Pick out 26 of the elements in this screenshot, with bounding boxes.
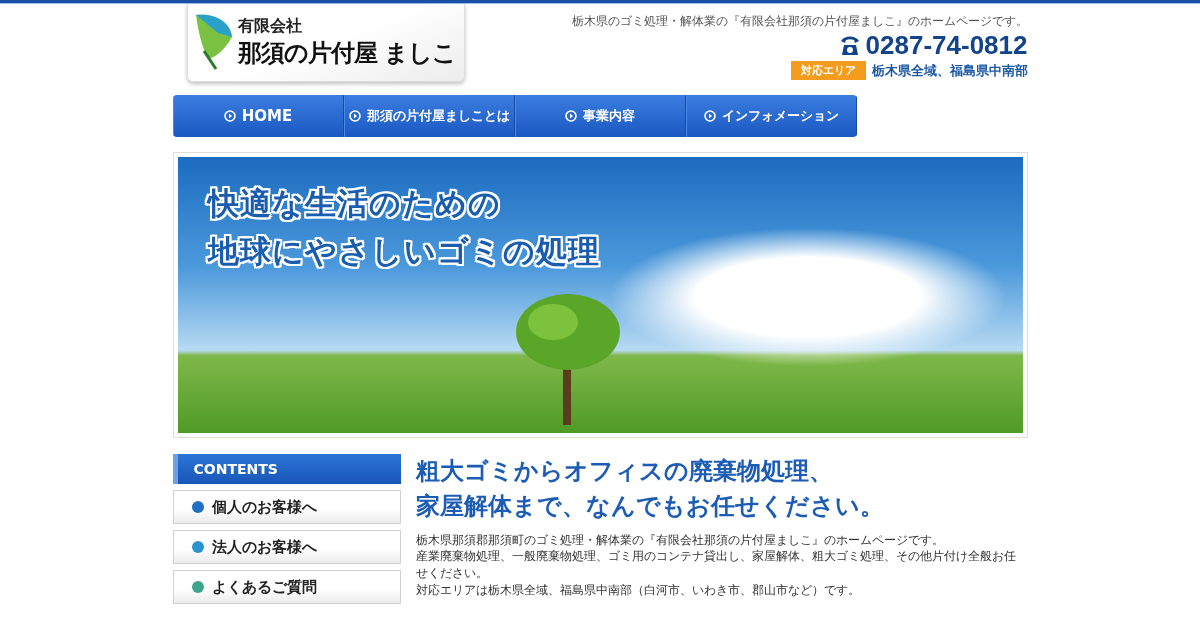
play-circle-icon: [703, 110, 716, 122]
company-logo[interactable]: 有限会社 那須の片付屋 ましこ: [186, 4, 465, 82]
sidebar-link[interactable]: 個人のお客様へ: [172, 490, 401, 524]
contents-heading: CONTENTS: [172, 454, 401, 484]
play-circle-icon: [565, 110, 577, 122]
area-badge: 対応エリア: [790, 61, 866, 80]
header-tagline: 栃木県のゴミ処理・解体業の『有限会社那須の片付屋ましこ』のホームページです。: [571, 14, 1028, 29]
play-circle-icon: [348, 110, 361, 122]
nav-link[interactable]: インフォメーション: [685, 95, 857, 137]
main-heading: 家屋解体まで、なんでもお任せください。: [415, 490, 885, 522]
play-circle-icon: [223, 110, 236, 122]
hero-headline: 快適な生活のための: [207, 184, 502, 223]
hero-headline: 地球にやさしいゴミの処理: [207, 232, 600, 271]
nav-link[interactable]: HOME: [172, 95, 344, 137]
intro-paragraph: 産業廃棄物処理、一般廃棄物処理、ゴミ用のコンテナ貸出し、家屋解体、粗大ゴミ処理、その他片付け全般お任せください。: [415, 548, 1017, 582]
intro-paragraph: 栃木県那須郡那須町のゴミ処理・解体業の『有限会社那須の片付屋ましこ』のホームページです。: [415, 531, 945, 549]
nav-link[interactable]: 那須の片付屋ましことは: [343, 95, 515, 137]
intro-paragraph: 対応エリアは栃木県全域、福島県中南部（白河市、いわき市、郡山市など）です。: [415, 581, 861, 599]
nav-link[interactable]: 事業内容: [514, 95, 686, 137]
company-name: 那須の片付屋 ましこ: [237, 38, 456, 69]
phone-number: 0287-74-0812: [865, 32, 1028, 58]
main-heading: 粗大ゴミからオフィスの廃棄物処理、: [415, 456, 834, 487]
sidebar-link[interactable]: よくあるご質問: [172, 570, 401, 604]
sidebar-link[interactable]: 法人のお客様へ: [172, 530, 401, 564]
company-type: 有限会社: [237, 16, 303, 37]
service-area: 栃木県全域、福島県中南部: [871, 61, 1028, 80]
